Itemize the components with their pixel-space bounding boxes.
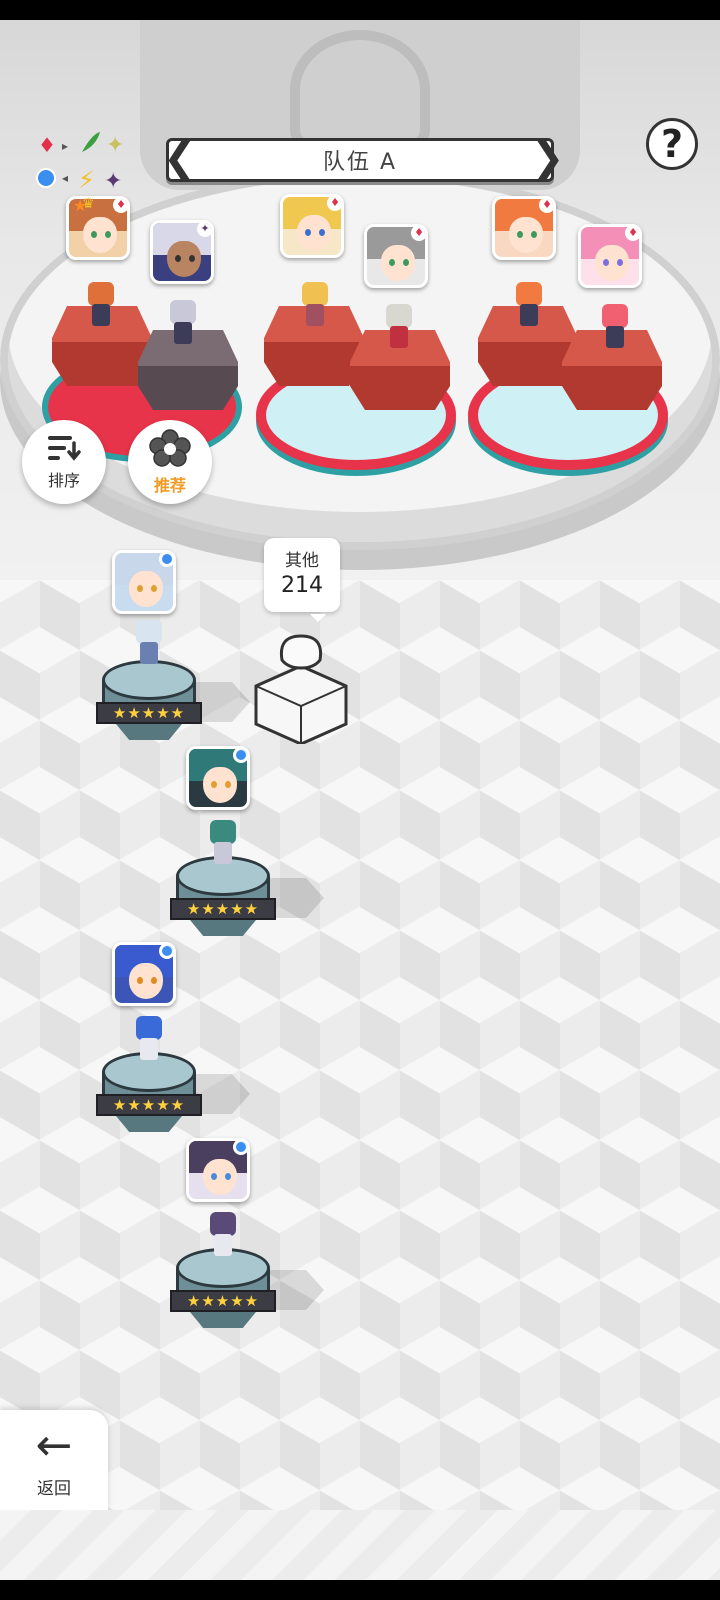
- back-button[interactable]: ← 返回: [0, 1410, 108, 1510]
- bench-portrait-2[interactable]: [186, 746, 250, 810]
- star-rating: ★★★★★: [170, 898, 276, 920]
- suit-diamond-icon: ♦: [625, 227, 639, 241]
- team-portrait-6[interactable]: ♦: [578, 224, 642, 288]
- prev-team-button[interactable]: ❮: [163, 138, 197, 182]
- sort-button[interactable]: 排序: [22, 420, 106, 504]
- suit-diamond-icon: ♦: [327, 197, 341, 211]
- help-icon: ?: [660, 122, 684, 166]
- unit-sprite-5[interactable]: [512, 282, 546, 328]
- game-screen: ★ ♦ ✦ ♦ ♦ ♦ ♦ ♦ ▸ ✦ ◂ ⚡ ✦ ♛ ❮ 队伍 A ❯ ? 排…: [0, 20, 720, 1580]
- recommend-label: 推荐: [153, 476, 186, 495]
- svg-text:♦: ♦: [38, 133, 56, 157]
- unit-sprite-1[interactable]: [84, 282, 118, 328]
- suit-diamond-icon: ♦: [539, 199, 553, 213]
- star-rating: ★★★★★: [96, 702, 202, 724]
- empty-bench-slot[interactable]: [252, 626, 350, 744]
- svg-text:▸: ▸: [62, 139, 68, 153]
- suit-star-icon: ✦: [197, 223, 211, 237]
- team-title: 队伍 A: [322, 150, 398, 175]
- svg-text:♛: ♛: [82, 196, 95, 208]
- element-badge-icon: [233, 1141, 247, 1155]
- unit-sprite-6[interactable]: [598, 304, 632, 350]
- team-portrait-3[interactable]: ♦: [280, 194, 344, 258]
- element-badge-icon: [159, 553, 173, 567]
- bench-sprite-1[interactable]: [132, 620, 166, 666]
- svg-text:⚡: ⚡: [78, 166, 95, 194]
- bench-sprite-2[interactable]: [206, 820, 240, 866]
- element-badge-icon: [159, 945, 173, 959]
- team-portrait-2[interactable]: ✦: [150, 220, 214, 284]
- unit-sprite-2[interactable]: [166, 300, 200, 346]
- team-selector: ❮ 队伍 A ❯: [163, 138, 565, 182]
- bench-sprite-3[interactable]: [132, 1016, 166, 1062]
- sort-icon: [48, 436, 81, 461]
- element-badge-icon: [233, 749, 247, 763]
- team-portrait-5[interactable]: ♦: [492, 196, 556, 260]
- next-team-button[interactable]: ❯: [531, 138, 565, 182]
- svg-text:✦: ✦: [104, 169, 122, 194]
- recommend-flower-icon: [149, 429, 191, 467]
- team-portrait-4[interactable]: ♦: [364, 224, 428, 288]
- svg-text:◂: ◂: [62, 171, 68, 185]
- others-label: 其他: [285, 551, 319, 571]
- bench-portrait-3[interactable]: [112, 942, 176, 1006]
- back-arrow-icon: ←: [35, 1420, 73, 1471]
- bench-portrait-4[interactable]: [186, 1138, 250, 1202]
- others-bubble[interactable]: 其他 214: [264, 538, 340, 622]
- back-label: 返回: [37, 1479, 71, 1499]
- synergy-icon[interactable]: ♦ ▸ ✦ ◂ ⚡ ✦ ♛: [34, 128, 134, 208]
- sort-label: 排序: [47, 471, 80, 490]
- star-rating: ★★★★★: [96, 1094, 202, 1116]
- help-button[interactable]: ?: [646, 118, 698, 170]
- bench-portrait-1[interactable]: [112, 550, 176, 614]
- star-rating: ★★★★★: [170, 1290, 276, 1312]
- bench-sprite-4[interactable]: [206, 1212, 240, 1258]
- others-count: 214: [281, 573, 323, 598]
- unit-sprite-3[interactable]: [298, 282, 332, 328]
- unit-sprite-4[interactable]: [382, 304, 416, 350]
- suit-diamond-icon: ♦: [411, 227, 425, 241]
- recommend-button[interactable]: 推荐: [128, 420, 212, 504]
- svg-text:✦: ✦: [106, 133, 124, 158]
- bottom-panel: [0, 1510, 720, 1580]
